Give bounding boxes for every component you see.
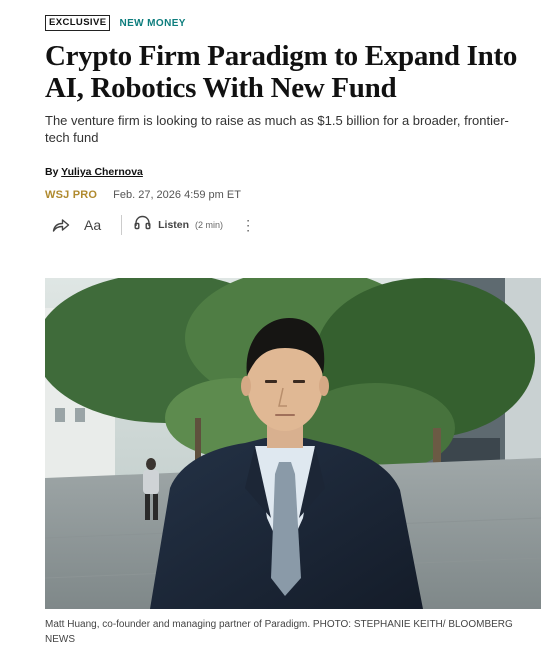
text-size-icon[interactable]: Aa	[84, 217, 101, 233]
section-tag[interactable]: NEW MONEY	[119, 18, 185, 29]
more-options-icon[interactable]: ⋮	[241, 218, 255, 232]
headline: Crypto Firm Paradigm to Expand Into AI, …	[45, 40, 518, 104]
headphones-icon	[134, 215, 151, 235]
article-flags: EXCLUSIVE NEW MONEY	[45, 15, 186, 31]
photo-caption: Matt Huang, co-founder and managing part…	[45, 619, 513, 645]
article-meta: WSJ PRO Feb. 27, 2026 4:59 pm ET	[45, 189, 241, 201]
timestamp: Feb. 27, 2026 4:59 pm ET	[113, 189, 241, 201]
share-icon[interactable]	[52, 217, 70, 233]
exclusive-badge: EXCLUSIVE	[45, 15, 111, 31]
listen-label: Listen	[158, 219, 190, 231]
listen-button[interactable]: Listen (2 min)	[134, 215, 223, 235]
article-toolbar: Aa Listen (2 min) ⋮	[52, 213, 255, 237]
listen-duration: (2 min)	[195, 220, 224, 230]
byline: By Yuliya Chernova	[45, 166, 143, 178]
article-photo	[45, 278, 541, 609]
publication-label[interactable]: WSJ PRO	[45, 189, 97, 201]
article-dek: The venture firm is looking to raise as …	[45, 113, 509, 145]
byline-prefix: By	[45, 166, 59, 178]
toolbar-divider	[121, 215, 123, 235]
author-link[interactable]: Yuliya Chernova	[61, 166, 143, 178]
